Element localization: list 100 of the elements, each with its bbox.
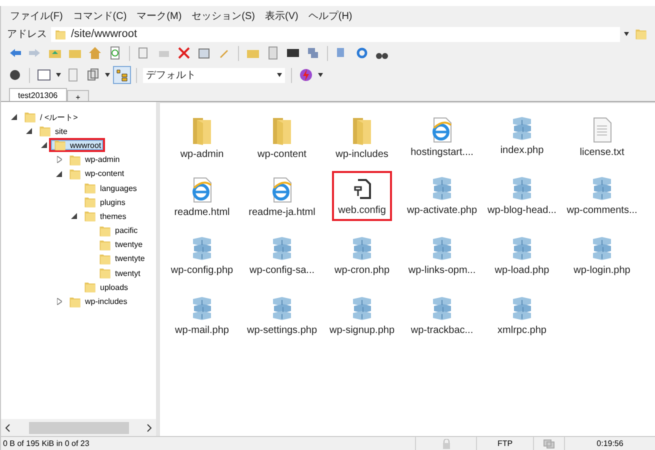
caret-icon[interactable] <box>277 73 282 77</box>
expander-icon[interactable] <box>54 170 64 177</box>
stacked-blocks-icon <box>590 176 614 202</box>
folder-icon <box>190 116 213 146</box>
folder-icon <box>98 224 112 238</box>
file-item[interactable]: wp-comments... <box>560 171 644 221</box>
tree-item[interactable]: themes <box>79 209 130 224</box>
folder-icon <box>68 166 82 181</box>
folder-icon <box>68 294 82 309</box>
file-item[interactable]: wp-login.php <box>568 231 636 281</box>
folder-icon <box>351 116 373 146</box>
stacked-blocks-icon <box>430 236 454 262</box>
file-item[interactable]: wp-admin <box>174 111 230 165</box>
copy-icon[interactable] <box>85 67 101 83</box>
tree-view-icon[interactable] <box>114 67 130 83</box>
tree-item[interactable]: uploads <box>79 280 132 294</box>
file-item[interactable]: wp-settings.php <box>240 291 324 341</box>
file-item[interactable]: index.php <box>494 111 550 161</box>
folder-icon <box>23 110 37 124</box>
file-item[interactable]: hostingstart.... <box>404 111 480 163</box>
caret-icon[interactable] <box>318 73 323 77</box>
file-item[interactable]: readme.html <box>168 171 236 223</box>
caret-icon[interactable] <box>56 73 61 77</box>
caret-icon[interactable] <box>105 73 110 77</box>
folder-icon <box>98 266 112 280</box>
folder-icon <box>83 209 97 224</box>
tree-item[interactable]: twentyt <box>94 266 144 280</box>
stacked-blocks-icon <box>510 296 534 322</box>
file-item[interactable]: wp-config.php <box>164 231 240 281</box>
tree-item[interactable]: wp-content <box>64 166 128 181</box>
tree-item[interactable]: languages <box>79 181 141 196</box>
tree-item[interactable]: wp-admin <box>64 152 124 167</box>
session-time: 0:19:56 <box>596 439 624 448</box>
file-item[interactable]: wp-load.php <box>488 231 556 281</box>
tree-item[interactable]: site <box>34 124 72 138</box>
web-page-icon <box>430 116 454 144</box>
folder-icon <box>98 252 112 266</box>
tree-item[interactable]: twentyte <box>94 252 149 266</box>
address-label: アドレス <box>7 28 47 41</box>
expander-icon[interactable] <box>39 142 49 148</box>
folder-icon <box>54 28 67 40</box>
expander-icon[interactable] <box>69 213 79 220</box>
file-item[interactable]: web.config <box>332 171 392 221</box>
tree-item[interactable]: wwwroot <box>49 138 106 152</box>
folder-icon <box>634 27 648 41</box>
text-file-icon <box>591 116 613 144</box>
file-item[interactable]: wp-config-sa... <box>243 231 321 281</box>
file-item[interactable]: wp-trackbac... <box>404 291 480 341</box>
expander-icon[interactable] <box>24 128 34 134</box>
tree-item[interactable]: wp-includes <box>64 294 132 309</box>
address-field[interactable]: /site/wwwroot <box>51 26 620 42</box>
menu-item[interactable]: セッション(S) <box>188 9 258 23</box>
file-item[interactable]: wp-cron.php <box>328 231 396 281</box>
file-item[interactable]: wp-blog-head... <box>482 171 562 221</box>
scroll-left-icon[interactable] <box>5 424 10 432</box>
menu-item[interactable]: ファイル(F) <box>7 9 66 23</box>
file-item[interactable]: wp-signup.php <box>323 291 401 341</box>
folder-icon <box>83 195 97 210</box>
file-item[interactable]: wp-mail.php <box>169 291 235 341</box>
stacked-blocks-icon <box>430 176 454 202</box>
protocol-label: FTP <box>497 439 513 448</box>
stacked-blocks-icon <box>430 296 454 322</box>
scroll-right-icon[interactable] <box>147 424 152 432</box>
lightning-icon[interactable] <box>298 67 314 83</box>
web-page-icon <box>270 176 294 204</box>
tree-item[interactable]: twentye <box>94 238 147 252</box>
file-item[interactable]: xmlrpc.php <box>492 291 552 341</box>
menu-item[interactable]: コマンド(C) <box>70 9 130 23</box>
stacked-blocks-icon <box>270 236 294 262</box>
stacked-blocks-icon <box>510 176 534 202</box>
tree-item[interactable]: plugins <box>79 195 130 210</box>
preset-dropdown[interactable]: デフォルト <box>143 68 285 82</box>
home-icon[interactable] <box>87 45 103 61</box>
menu-item[interactable]: マーク(M) <box>134 9 185 23</box>
folder-icon <box>38 124 52 138</box>
file-item[interactable]: license.txt <box>574 111 630 163</box>
horizontal-scrollbar[interactable] <box>1 419 156 436</box>
session-tab[interactable]: + <box>66 90 90 101</box>
menu-item[interactable]: 表示(V) <box>262 9 302 23</box>
folder-icon <box>270 116 293 146</box>
file-item[interactable]: wp-links-opm... <box>402 231 482 281</box>
refresh-icon[interactable] <box>354 45 370 61</box>
folder-icon <box>68 152 82 167</box>
session-tab[interactable]: test201306 <box>9 88 67 101</box>
folder-icon <box>98 238 112 252</box>
tree-item[interactable]: pacific <box>94 224 142 238</box>
stacked-blocks-icon <box>350 236 374 262</box>
file-item[interactable]: readme-ja.html <box>242 171 322 223</box>
folder-icon <box>83 280 97 294</box>
web-page-icon <box>190 176 214 204</box>
expander-icon[interactable] <box>9 114 19 120</box>
tree-item[interactable]: / <ルート> <box>19 110 82 124</box>
file-item[interactable]: wp-content <box>252 111 312 165</box>
file-item[interactable]: wp-includes <box>330 111 394 165</box>
folder-icon <box>53 138 67 152</box>
delete-icon[interactable] <box>176 45 192 61</box>
menu-item[interactable]: ヘルプ(H) <box>305 9 356 23</box>
file-item[interactable]: wp-activate.php <box>400 171 484 221</box>
caret-icon[interactable] <box>624 32 629 36</box>
window-icon[interactable] <box>36 67 52 83</box>
